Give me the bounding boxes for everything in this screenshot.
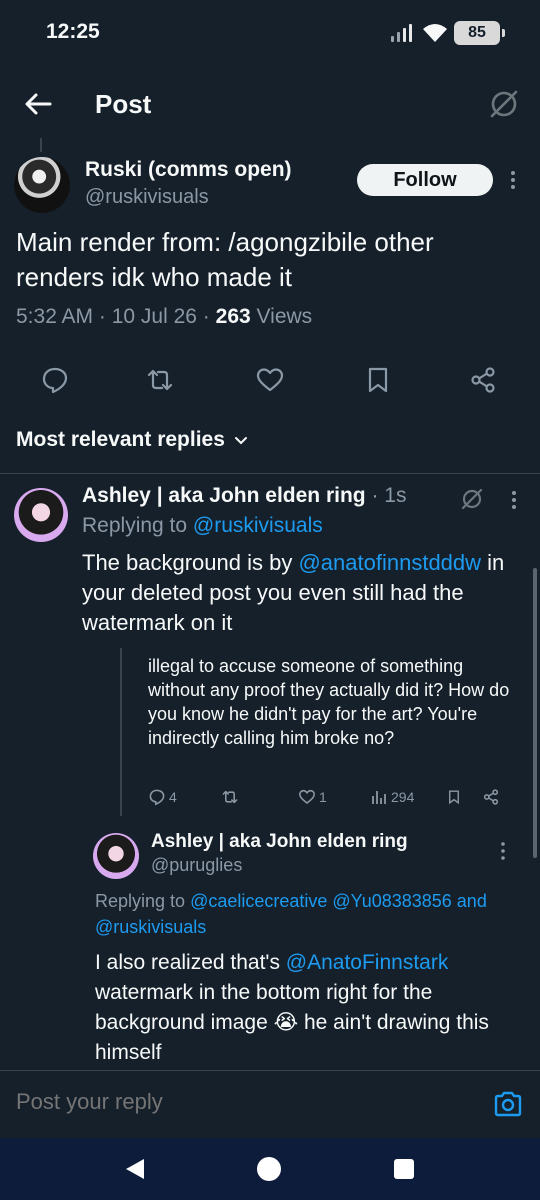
reply-age: 1s <box>384 484 407 507</box>
battery-icon: 85 <box>454 21 505 45</box>
battery-level: 85 <box>468 24 486 41</box>
reply-text: I also realized that's @AnatoFinnstark w… <box>95 948 525 1068</box>
replying-prefix: Replying to <box>95 891 186 911</box>
nav-home-icon[interactable] <box>257 1157 281 1181</box>
replying-prefix: Replying to <box>82 514 188 537</box>
post-meta: 5:32 AM · 10 Jul 26 · 263 Views <box>16 305 313 328</box>
post-date: 10 Jul 26 <box>111 305 197 328</box>
nested-views[interactable]: 294 <box>370 788 414 806</box>
author-name[interactable]: Ruski (comms open) <box>85 158 292 182</box>
replying-to: Replying to @ruskivisuals <box>82 514 323 538</box>
more-icon[interactable] <box>502 168 524 192</box>
scrollbar[interactable] <box>533 568 537 858</box>
nested-reply-text: illegal to accuse someone of something w… <box>148 656 510 748</box>
post-text: Main render from: /agongzibile other ren… <box>16 227 434 292</box>
author-handle[interactable]: @ruskivisuals <box>85 186 209 209</box>
chevron-down-icon <box>233 432 249 448</box>
status-icons: 85 <box>390 20 505 46</box>
reply-input[interactable] <box>16 1089 456 1115</box>
camera-icon[interactable] <box>492 1089 524 1119</box>
back-arrow-icon[interactable] <box>20 86 56 122</box>
nested-replies-count: 4 <box>169 789 177 805</box>
grok-icon[interactable] <box>458 485 486 513</box>
nested-views-count: 294 <box>391 789 415 805</box>
signal-icon <box>390 23 416 43</box>
grok-icon[interactable] <box>486 86 522 122</box>
nested-likes-count: 1 <box>319 789 327 805</box>
thread-line <box>40 138 42 152</box>
author-avatar[interactable] <box>14 157 70 213</box>
views-label: Views <box>256 305 313 328</box>
nested-bookmark-icon[interactable] <box>446 788 462 806</box>
reply-header: Ashley | aka John elden ring · 1s <box>82 484 407 507</box>
more-icon[interactable] <box>504 488 524 512</box>
repost-icon[interactable] <box>143 363 177 397</box>
bookmark-icon[interactable] <box>361 363 395 397</box>
divider <box>0 473 540 474</box>
reply-icon[interactable] <box>38 363 72 397</box>
more-icon[interactable] <box>494 840 512 862</box>
reply-author-handle[interactable]: @puruglies <box>151 855 242 876</box>
nav-recents-icon[interactable] <box>394 1159 414 1179</box>
reply-avatar[interactable] <box>14 488 68 542</box>
wifi-icon <box>422 22 448 44</box>
status-bar: 12:25 85 <box>0 0 540 64</box>
reply-avatar[interactable] <box>93 833 139 879</box>
replies-sort-dropdown[interactable]: Most relevant replies <box>16 428 249 452</box>
replying-handle-link[interactable]: @ruskivisuals <box>95 917 206 937</box>
post-time: 5:32 AM <box>16 305 94 328</box>
reply-text-after: watermark in the bottom right for the ba… <box>95 981 489 1064</box>
page-title: Post <box>95 89 152 119</box>
share-icon[interactable] <box>466 363 500 397</box>
mention-link[interactable]: @AnatoFinnstark <box>286 951 449 974</box>
nested-reply-actions: 4 1 294 <box>148 788 508 812</box>
nested-share-icon[interactable] <box>482 788 500 806</box>
reply-composer <box>0 1070 540 1136</box>
nested-like-button[interactable]: 1 <box>298 788 327 806</box>
mention-link[interactable]: @anatofinnstdddw <box>298 550 481 575</box>
replying-handle-link[interactable]: @ruskivisuals <box>193 514 323 537</box>
reply-author-name[interactable]: Ashley | aka John elden ring <box>82 484 366 507</box>
nested-repost-icon[interactable] <box>220 788 240 806</box>
reply-text: The background is by @anatofinnstdddw in… <box>82 548 532 638</box>
views-count: 263 <box>215 305 251 328</box>
status-time: 12:25 <box>46 20 100 43</box>
replying-handles-link[interactable]: @caelicecreative @Yu08383856 and <box>190 891 487 911</box>
views-icon <box>372 791 386 804</box>
replying-to: Replying to @caelicecreative @Yu08383856… <box>95 888 540 940</box>
thread-line <box>120 648 122 816</box>
follow-button[interactable]: Follow <box>357 164 493 196</box>
reply-text-before: I also realized that's <box>95 951 286 974</box>
replies-sort-label: Most relevant replies <box>16 428 225 451</box>
reply-author-name[interactable]: Ashley | aka John elden ring <box>151 831 408 853</box>
nav-back-icon[interactable] <box>122 1156 148 1182</box>
like-icon[interactable] <box>253 363 287 397</box>
nested-reply-button[interactable]: 4 <box>148 788 177 806</box>
reply-text-before: The background is by <box>82 550 299 575</box>
